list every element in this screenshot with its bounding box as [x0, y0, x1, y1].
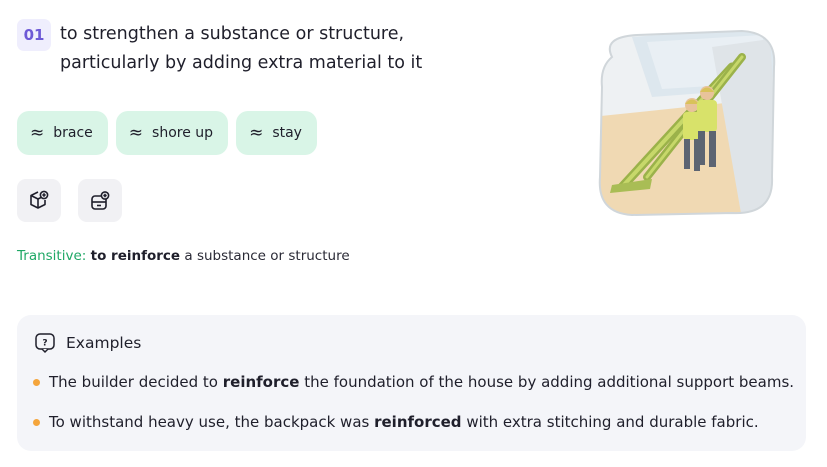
- usage-rest: a substance or structure: [184, 248, 350, 264]
- card-add-icon: [91, 190, 110, 210]
- workers-bracing-wall-illustration: [598, 29, 776, 217]
- synonym-label: shore up: [152, 125, 214, 141]
- usage-note: Transitive: to reinforce a substance or …: [17, 248, 350, 264]
- cube-plus-icon: [30, 190, 49, 209]
- synonym-chip-stay[interactable]: ≈ stay: [236, 111, 317, 155]
- add-flashcard-button[interactable]: [78, 179, 122, 222]
- approx-icon: ≈: [30, 123, 45, 143]
- synonym-label: stay: [272, 125, 302, 141]
- examples-header: ? Examples: [34, 332, 141, 354]
- usage-label: Transitive:: [17, 248, 87, 264]
- approx-icon: ≈: [128, 123, 144, 143]
- usage-phrase: to reinforce: [90, 248, 181, 264]
- examples-title: Examples: [66, 334, 142, 352]
- svg-text:?: ?: [42, 339, 47, 349]
- action-buttons: [17, 179, 122, 222]
- example-item: The builder decided to reinforce the fou…: [33, 373, 794, 391]
- question-bubble-icon: ?: [34, 332, 56, 354]
- synonym-label: brace: [53, 125, 93, 141]
- examples-panel: ? Examples The builder decided to reinfo…: [17, 315, 806, 451]
- example-sentence: To withstand heavy use, the backpack was…: [49, 413, 759, 431]
- synonym-chip-brace[interactable]: ≈ brace: [17, 111, 108, 155]
- synonym-chips: ≈ brace ≈ shore up ≈ stay: [17, 111, 317, 155]
- approx-icon: ≈: [249, 123, 264, 143]
- sense-number-badge: 01: [17, 19, 51, 51]
- bullet-dot: [33, 378, 40, 386]
- example-item: To withstand heavy use, the backpack was…: [33, 413, 759, 431]
- definition-text: to strengthen a substance or structure, …: [60, 24, 423, 73]
- synonym-chip-shore-up[interactable]: ≈ shore up: [115, 111, 229, 155]
- example-sentence: The builder decided to reinforce the fou…: [49, 373, 795, 391]
- bullet-dot: [33, 418, 40, 426]
- add-to-collection-button[interactable]: [17, 179, 61, 222]
